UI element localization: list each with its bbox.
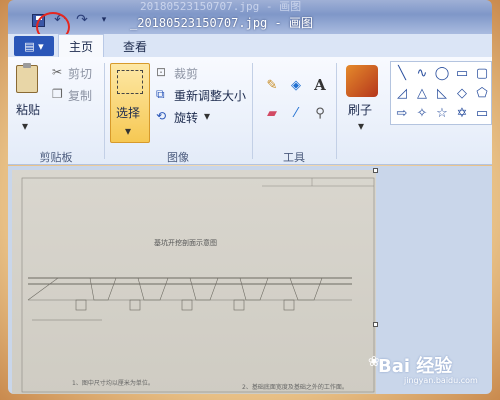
star4-shape-icon[interactable]: ✧ — [413, 104, 431, 122]
chevron-down-icon: ▾ — [125, 124, 132, 138]
separator — [336, 63, 337, 159]
separator — [252, 63, 253, 159]
watermark-main: Bai 经验 — [378, 356, 453, 377]
ribbon-tabs: ▤ ▾ 主页 查看 — [8, 34, 492, 58]
copy-button[interactable]: 复制 — [68, 87, 92, 104]
redo-icon: ↷ — [76, 12, 88, 28]
tab-view-label: 查看 — [122, 39, 147, 54]
crop-button[interactable]: 裁剪 — [174, 65, 198, 82]
paint-window: 20180523150707.jpg - 画图 ↶ ↷ ▾ _201805231… — [8, 0, 492, 394]
select-label: 选择 — [116, 106, 141, 120]
brushes-label: 刷子 — [348, 103, 373, 117]
curve-shape-icon[interactable]: ∿ — [413, 64, 431, 82]
resize-handle-corner[interactable] — [373, 168, 378, 173]
paste-label: 粘贴 — [16, 103, 41, 117]
drawing-note-2: 2、基础底面宽度及基础之外的工作面。 — [242, 384, 348, 391]
redo-button[interactable]: ↷ — [74, 12, 90, 28]
resize-icon: ⧉ — [156, 87, 165, 101]
right-triangle-shape-icon[interactable]: ◺ — [433, 84, 451, 102]
right-arrow-shape-icon[interactable]: ⇨ — [393, 104, 411, 122]
chevron-down-icon: ▾ — [204, 109, 211, 123]
ribbon: 粘贴 ▾ ✂ 剪切 ❐ 复制 剪贴板 选择 ▾ ⊡ 裁剪 ⧉ 重新调整大小 ⟲ … — [8, 57, 492, 165]
rectangle-shape-icon[interactable]: ▭ — [453, 64, 471, 82]
color-picker-button[interactable]: ⁄ — [286, 103, 306, 123]
star5-shape-icon[interactable]: ☆ — [433, 104, 451, 122]
oval-shape-icon[interactable]: ◯ — [433, 64, 451, 82]
image-group-label: 图像 — [167, 151, 189, 164]
drawing-canvas[interactable]: 基坑开挖剖面示意图 1、图中尺寸均以厘米为单位。 2、基础底面宽度及基础之外的工… — [12, 170, 376, 394]
pencil-button[interactable]: ✎ — [262, 75, 282, 95]
text-button[interactable]: A — [310, 75, 330, 95]
scissors-icon: ✂ — [52, 65, 63, 79]
watermark-sub: jingyan.baidu.com — [404, 376, 478, 385]
eraser-icon: ▰ — [267, 105, 277, 121]
paste-dropdown-icon[interactable]: ▾ — [22, 119, 28, 133]
fill-icon: ◈ — [291, 77, 301, 93]
window-title: _20180523150707.jpg - 画图 — [130, 16, 313, 30]
pencil-icon: ✎ — [266, 77, 278, 93]
customize-toolbar-button[interactable]: ▾ — [96, 12, 112, 28]
file-menu-button[interactable]: ▤ ▾ — [14, 36, 54, 56]
select-button[interactable]: 选择 ▾ — [110, 63, 150, 143]
rotate-button[interactable]: 旋转 — [174, 109, 198, 126]
rotate-icon: ⟲ — [156, 109, 167, 123]
watermark: ❀ Bai 经验 jingyan.baidu.com — [364, 352, 484, 388]
tab-home[interactable]: 主页 — [58, 34, 104, 58]
tab-view[interactable]: 查看 — [112, 34, 158, 58]
diamond-shape-icon[interactable]: ◇ — [453, 84, 471, 102]
separator — [104, 63, 105, 159]
select-icon — [117, 70, 143, 94]
color-picker-icon: ⁄ — [294, 105, 298, 121]
polygon-shape-icon[interactable]: ◿ — [393, 84, 411, 102]
menu-icon: ▤ ▾ — [24, 39, 44, 53]
cut-button[interactable]: 剪切 — [68, 65, 92, 82]
title-bar: 20180523150707.jpg - 画图 ↶ ↷ ▾ _201805231… — [8, 0, 492, 42]
drawing-title: 基坑开挖剖面示意图 — [154, 239, 217, 247]
text-icon: A — [314, 76, 326, 94]
magnifier-icon: ⚲ — [315, 105, 325, 121]
line-shape-icon[interactable]: ╲ — [393, 64, 411, 82]
pentagon-shape-icon[interactable]: ⬠ — [473, 84, 491, 102]
drawing-sketch — [21, 177, 375, 393]
triangle-shape-icon[interactable]: △ — [413, 84, 431, 102]
chevron-down-icon: ▾ — [358, 119, 365, 133]
callout-shape-icon[interactable]: ▭ — [473, 104, 491, 122]
tab-home-label: 主页 — [68, 40, 93, 54]
clipboard-icon — [16, 63, 38, 93]
magnifier-button[interactable]: ⚲ — [310, 103, 330, 123]
brushes-button[interactable] — [346, 65, 378, 97]
copy-icon: ❐ — [52, 87, 63, 101]
clipboard-group-label: 剪贴板 — [39, 151, 73, 164]
tools-group-label: 工具 — [283, 151, 305, 164]
crop-icon: ⊡ — [156, 65, 167, 79]
canvas-area: 基坑开挖剖面示意图 1、图中尺寸均以厘米为单位。 2、基础底面宽度及基础之外的工… — [8, 166, 492, 394]
rounded-rectangle-shape-icon[interactable]: ▢ — [473, 64, 491, 82]
star6-shape-icon[interactable]: ✡ — [453, 104, 471, 122]
shapes-gallery: ╲ ∿ ◯ ▭ ▢ ◿ △ ◺ ◇ ⬠ ⇨ ✧ ☆ ✡ ▭ — [390, 61, 492, 125]
resize-button[interactable]: 重新调整大小 — [174, 87, 246, 104]
paste-button[interactable] — [16, 63, 38, 93]
drawing-note-1: 1、图中尺寸均以厘米为单位。 — [72, 380, 154, 387]
resize-handle-side[interactable] — [373, 322, 378, 327]
title-ghost-text: 20180523150707.jpg - 画图 — [140, 0, 302, 13]
fill-button[interactable]: ◈ — [286, 75, 306, 95]
chevron-down-icon: ▾ — [101, 15, 107, 25]
eraser-button[interactable]: ▰ — [262, 103, 282, 123]
